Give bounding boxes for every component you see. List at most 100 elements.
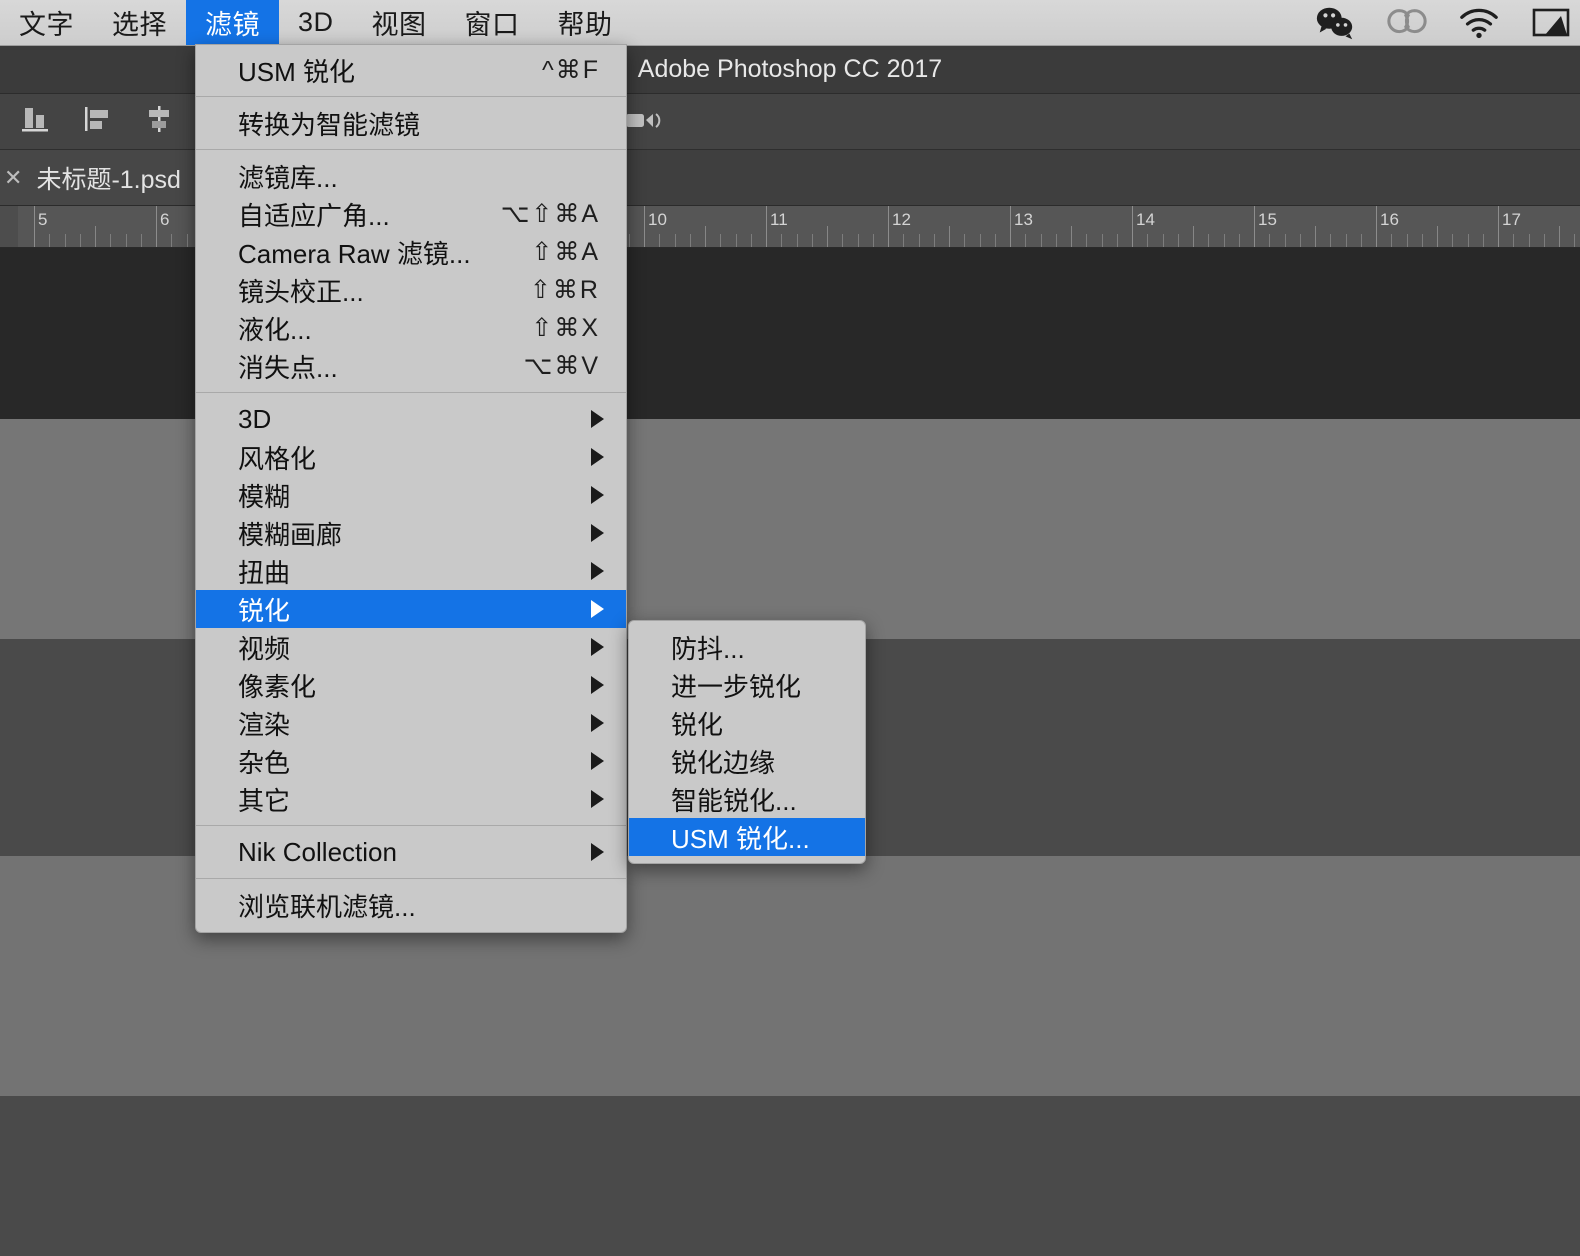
menu-item-label: 杂色 [238,743,290,780]
menu-item-label: 模糊 [238,477,290,514]
submenu-arrow-icon [591,752,604,770]
menu-item-shortcut: ^⌘F [542,55,604,85]
menu-item-label: 其它 [238,781,290,818]
menubar-item-2[interactable]: 滤镜 [186,0,279,45]
scale-3d-object-icon[interactable] [622,104,662,139]
menu-item-2-2[interactable]: Camera Raw 滤镜...⇧⌘A [196,233,626,271]
submenu-arrow-icon [591,524,604,542]
photoshop-screen: Adobe Photoshop CC 2017 [0,0,1580,1256]
align-bottom-edges-icon[interactable] [18,102,52,141]
menubar-item-1[interactable]: 选择 [93,0,186,45]
menubar-item-3[interactable]: 3D [279,0,353,45]
menubar-item-4[interactable]: 视图 [353,0,446,45]
menu-item-0-0[interactable]: USM 锐化 ^⌘F [196,51,626,89]
submenu-arrow-icon [591,448,604,466]
close-icon[interactable]: ✕ [4,167,22,189]
menu-item-3-1[interactable]: 风格化 [196,438,626,476]
ruler-label: 14 [1136,210,1155,230]
ruler-minor-tick [1391,234,1392,248]
ruler-label: 13 [1014,210,1033,230]
ruler-minor-tick [934,234,935,248]
ruler-minor-tick [1422,234,1423,248]
menu-item-2-1[interactable]: 自适应广角... ⌥⇧⌘A [196,195,626,233]
menu-item-3-5[interactable]: 锐化 [196,590,626,628]
menubar-item-6[interactable]: 帮助 [539,0,632,45]
document-tab[interactable]: ✕ 未标题-1.psd [0,150,197,205]
menu-item-2-4[interactable]: 液化... ⇧⌘X [196,309,626,347]
creative-cloud-icon[interactable] [1386,2,1428,44]
ruler-minor-tick [1071,226,1072,248]
menu-item-2-0[interactable]: 滤镜库... [196,157,626,195]
menu-item-shortcut: ⌥⇧⌘A [501,199,604,229]
submenu-arrow-icon [591,562,604,580]
ruler-minor-tick [1285,234,1286,248]
ruler-minor-tick [1208,234,1209,248]
ruler-minor-tick [812,234,813,248]
menu-item-label: 自适应广角... [238,196,390,233]
menu-item-2-5[interactable]: 消失点...⌥⌘V [196,347,626,385]
submenu-item-2[interactable]: 锐化 [629,704,865,742]
menu-item-2-3[interactable]: 镜头校正...⇧⌘R [196,271,626,309]
display-icon[interactable] [1530,2,1572,44]
menubar-item-5[interactable]: 窗口 [446,0,539,45]
menu-item-3-2[interactable]: 模糊 [196,476,626,514]
menubar-item-0[interactable]: 文字 [0,0,93,45]
menu-item-label: USM 锐化 [238,52,355,89]
ruler-minor-tick [797,234,798,248]
ruler-minor-tick [980,234,981,248]
ruler-corner [0,206,18,248]
ruler-minor-tick [1468,234,1469,248]
submenu-item-3[interactable]: 锐化边缘 [629,742,865,780]
submenu-item-label: USM 锐化... [671,819,810,856]
align-vertical-centers-icon[interactable] [142,102,176,141]
menu-item-label: 浏览联机滤镜... [238,887,416,924]
menu-item-3-7[interactable]: 像素化 [196,666,626,704]
ruler-minor-tick [949,226,950,248]
menu-item-label: Nik Collection [238,837,397,868]
menu-item-3-8[interactable]: 渲染 [196,704,626,742]
menu-item-1-0[interactable]: 转换为智能滤镜 [196,104,626,142]
menu-separator [196,392,626,393]
menu-item-3-4[interactable]: 扭曲 [196,552,626,590]
ruler-major-tick [888,206,889,248]
menubar-items: 文字选择滤镜3D视图窗口帮助 [0,0,632,45]
submenu-item-5[interactable]: USM 锐化... [629,818,865,856]
menu-item-3-6[interactable]: 视频 [196,628,626,666]
menu-item-label: 锐化 [238,591,290,628]
ruler-major-tick [34,206,35,248]
submenu-arrow-icon [591,676,604,694]
menu-item-3-0[interactable]: 3D [196,400,626,438]
ruler-minor-tick [659,234,660,248]
document-tab-label: 未标题-1.psd [36,160,180,196]
ruler-minor-tick [1330,234,1331,248]
ruler-minor-tick [126,234,127,248]
submenu-item-label: 锐化 [671,705,723,742]
menu-item-label: 转换为智能滤镜 [238,105,420,142]
menu-item-4-0[interactable]: Nik Collection [196,833,626,871]
filter-dropdown-menu[interactable]: USM 锐化 ^⌘F 转换为智能滤镜滤镜库...自适应广角... ⌥⇧⌘A Camera… [195,44,627,933]
ruler-minor-tick [720,234,721,248]
submenu-item-4[interactable]: 智能锐化... [629,780,865,818]
align-left-edges-icon[interactable] [80,102,114,141]
submenu-item-0[interactable]: 防抖... [629,628,865,666]
ruler-major-tick [1010,206,1011,248]
menu-item-shortcut: ⇧⌘X [531,313,604,343]
submenu-item-1[interactable]: 进一步锐化 [629,666,865,704]
wechat-icon[interactable] [1314,2,1356,44]
ruler-minor-tick [675,234,676,248]
menu-item-label: 液化... [238,310,312,347]
wifi-icon[interactable] [1458,2,1500,44]
ruler-minor-tick [1239,234,1240,248]
ruler-minor-tick [873,234,874,248]
menubar-tray [1314,0,1580,45]
sharpen-submenu[interactable]: 防抖...进一步锐化锐化锐化边缘智能锐化...USM 锐化... [628,620,866,864]
menu-item-3-9[interactable]: 杂色 [196,742,626,780]
ruler-label: 6 [160,210,169,230]
menu-item-3-10[interactable]: 其它 [196,780,626,818]
ruler-minor-tick [1102,234,1103,248]
ruler-minor-tick [187,234,188,248]
menu-item-3-3[interactable]: 模糊画廊 [196,514,626,552]
ruler-minor-tick [995,234,996,248]
menu-item-5-0[interactable]: 浏览联机滤镜... [196,886,626,924]
ruler-minor-tick [171,234,172,248]
